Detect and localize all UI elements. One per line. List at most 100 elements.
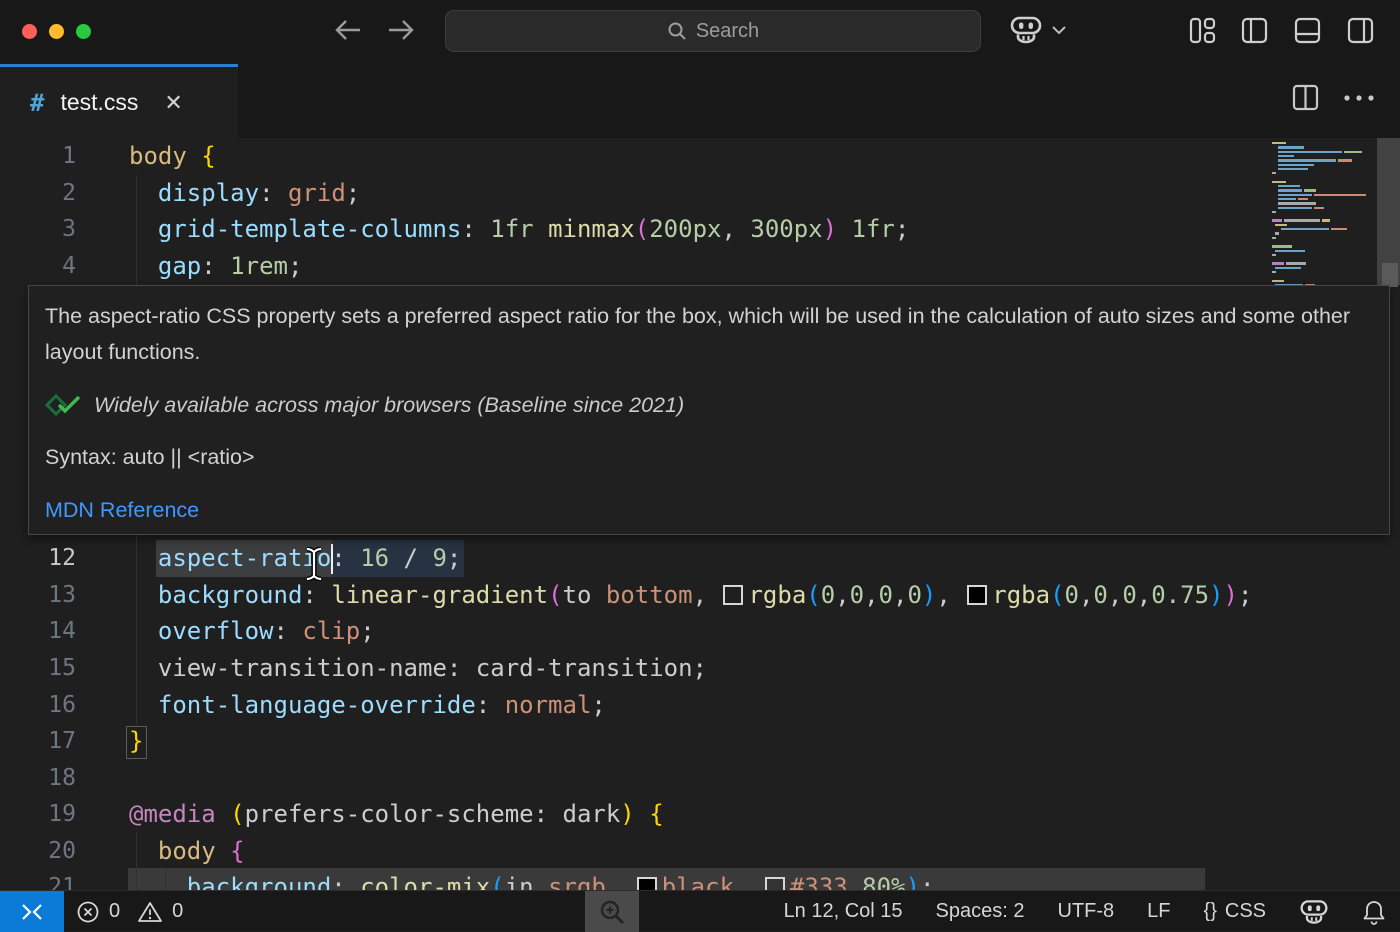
minimap-line <box>1278 155 1294 157</box>
hover-tooltip: The aspect-ratio CSS property sets a pre… <box>28 285 1390 535</box>
code-line[interactable]: 20 body { <box>0 833 1270 870</box>
code-line[interactable]: 18 <box>0 760 1270 797</box>
code-line[interactable]: 15 view-transition-name: card-transition… <box>0 650 1270 687</box>
toggle-primary-sidebar-icon[interactable] <box>1240 16 1268 44</box>
minimap-line <box>1272 142 1286 144</box>
code-line[interactable]: 17} <box>0 723 1270 760</box>
color-swatch[interactable] <box>967 585 987 605</box>
line-number: 16 <box>0 687 76 724</box>
minimap-line <box>1278 185 1300 187</box>
minimap-line <box>1322 219 1330 221</box>
minimap-line <box>1272 262 1284 264</box>
code-line[interactable]: 1body { <box>0 138 1270 175</box>
editor-more-actions-icon[interactable] <box>1342 84 1376 111</box>
ibeam-mouse-cursor <box>303 547 325 581</box>
minimap-line <box>1272 237 1276 239</box>
vertical-scrollbar-knob[interactable] <box>1382 263 1398 287</box>
minimap-line <box>1275 232 1279 234</box>
color-swatch[interactable] <box>637 877 657 890</box>
code-line[interactable]: 16 font-language-override: normal; <box>0 687 1270 724</box>
tooltip-description: The aspect-ratio CSS property sets a pre… <box>45 298 1373 370</box>
minimap-line <box>1331 228 1347 230</box>
minimap-line <box>1338 159 1352 161</box>
line-number: 17 <box>0 723 76 760</box>
customize-layout-icon[interactable] <box>1188 16 1216 44</box>
minimap-line <box>1278 168 1308 170</box>
zoom-indicator[interactable] <box>585 891 639 932</box>
toggle-secondary-sidebar-icon[interactable] <box>1346 16 1374 44</box>
minimap-line <box>1272 219 1282 221</box>
line-number: 3 <box>0 211 76 248</box>
minimize-window-button[interactable] <box>49 24 64 39</box>
tooltip-syntax: Syntax: auto || <ratio> <box>45 439 1373 475</box>
minimap-line <box>1275 224 1287 226</box>
minimap-line <box>1278 194 1312 196</box>
search-icon <box>667 21 687 41</box>
minimap-line <box>1275 250 1305 252</box>
line-number: 2 <box>0 175 76 212</box>
minimap-line <box>1278 159 1336 161</box>
error-icon <box>76 900 100 924</box>
problems-status[interactable]: 0 0 <box>76 891 183 932</box>
minimap-line <box>1344 151 1362 153</box>
code-line[interactable]: 21 background: color-mix(in srgb, black,… <box>0 869 1270 890</box>
minimap-line <box>1284 219 1320 221</box>
line-number: 12 <box>0 540 76 577</box>
code-line[interactable]: 19@media (prefers-color-scheme: dark) { <box>0 796 1270 833</box>
language-label: CSS <box>1225 900 1266 923</box>
code-line[interactable]: 13 background: linear-gradient(to bottom… <box>0 577 1270 614</box>
copilot-status-icon[interactable] <box>1299 899 1329 925</box>
color-swatch[interactable] <box>765 877 785 890</box>
mdn-reference-link[interactable]: MDN Reference <box>45 492 199 528</box>
minimap-line <box>1314 194 1366 196</box>
minimap[interactable] <box>1272 138 1377 298</box>
minimap-line <box>1286 262 1306 264</box>
baseline-check-icon <box>45 394 83 416</box>
code-line[interactable]: 4 gap: 1rem; <box>0 248 1270 285</box>
language-status[interactable]: {} CSS <box>1204 900 1266 923</box>
minimap-line <box>1272 271 1276 273</box>
minimap-line <box>1278 202 1316 204</box>
search-input[interactable]: Search <box>445 10 981 52</box>
minimap-line <box>1278 198 1296 200</box>
minimap-line <box>1278 146 1304 148</box>
chevron-down-icon[interactable] <box>1048 16 1070 44</box>
minimap-line <box>1272 211 1276 213</box>
minimap-line <box>1278 189 1302 191</box>
code-line[interactable]: 12 aspect-ratio: 16 / 9; <box>0 540 1270 577</box>
color-swatch[interactable] <box>723 585 743 605</box>
split-editor-icon[interactable] <box>1292 84 1319 111</box>
tab-test-css[interactable]: # test.css ✕ <box>0 64 238 138</box>
encoding-status[interactable]: UTF-8 <box>1058 900 1115 923</box>
eol-status[interactable]: LF <box>1147 900 1170 923</box>
close-window-button[interactable] <box>22 24 37 39</box>
minimap-line <box>1275 267 1301 269</box>
code-line[interactable]: 14 overflow: clip; <box>0 613 1270 650</box>
baseline-note: Widely available across major browsers (… <box>94 387 684 423</box>
maximize-window-button[interactable] <box>76 24 91 39</box>
error-count: 0 <box>109 900 120 923</box>
minimap-line <box>1281 228 1329 230</box>
line-number: 14 <box>0 613 76 650</box>
back-arrow-icon[interactable] <box>334 16 362 44</box>
notifications-bell-icon[interactable] <box>1362 899 1386 925</box>
minimap-line <box>1304 189 1316 191</box>
minimap-line <box>1278 164 1314 166</box>
indentation-status[interactable]: Spaces: 2 <box>936 900 1025 923</box>
toggle-panel-icon[interactable] <box>1293 16 1321 44</box>
tab-close-icon[interactable]: ✕ <box>164 90 182 116</box>
code-line[interactable]: 3 grid-template-columns: 1fr minmax(200p… <box>0 211 1270 248</box>
css-file-icon: # <box>30 89 44 117</box>
line-number: 18 <box>0 760 76 797</box>
cursor-position-status[interactable]: Ln 12, Col 15 <box>784 900 903 923</box>
code-line[interactable]: 2 display: grid; <box>0 175 1270 212</box>
remote-indicator[interactable] <box>0 891 64 932</box>
tab-bar: # test.css ✕ <box>0 64 1400 138</box>
copilot-icon[interactable] <box>1008 16 1044 44</box>
minimap-line <box>1272 181 1286 183</box>
forward-arrow-icon[interactable] <box>387 16 415 44</box>
line-number: 19 <box>0 796 76 833</box>
braces-icon: {} <box>1204 900 1217 923</box>
line-number: 13 <box>0 577 76 614</box>
minimap-line <box>1278 207 1312 209</box>
